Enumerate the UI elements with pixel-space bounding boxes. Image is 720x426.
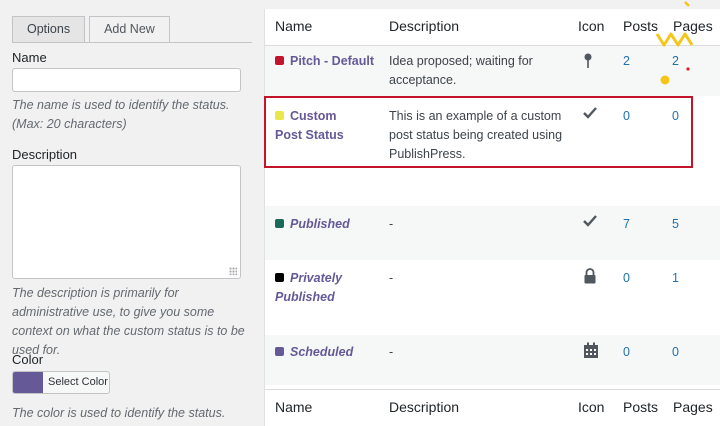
decorative-doodle-icon — [655, 1, 694, 85]
checkmark-icon — [583, 106, 599, 122]
footer-pages: Pages — [673, 399, 713, 415]
status-name-link[interactable]: Published — [275, 215, 375, 234]
form-tabs: Options Add New — [12, 16, 174, 43]
pages-count-link[interactable]: 0 — [672, 343, 679, 362]
name-label: Name — [12, 50, 47, 65]
status-description: Idea proposed; waiting for acceptance. — [389, 54, 533, 87]
status-color-dot — [275, 347, 284, 356]
status-name-link[interactable]: Scheduled — [275, 343, 375, 362]
pages-count-link[interactable]: 1 — [672, 269, 679, 288]
status-color-dot — [275, 273, 284, 282]
posts-count-link[interactable]: 0 — [623, 107, 630, 126]
posts-count-link[interactable]: 0 — [623, 269, 630, 288]
header-icon: Icon — [578, 18, 605, 34]
table-row: Published - 7 5 — [265, 206, 720, 260]
status-description: This is an example of a custom post stat… — [389, 109, 563, 161]
name-help-text: The name is used to identify the status.… — [12, 98, 230, 131]
status-name-link[interactable]: Custom Post Status — [275, 107, 365, 145]
color-swatch — [13, 372, 43, 393]
status-description: - — [389, 345, 394, 359]
status-name-link[interactable]: Pitch - Default — [275, 52, 385, 71]
posts-count-link[interactable]: 0 — [623, 343, 630, 362]
lock-icon — [583, 268, 599, 284]
header-description: Description — [389, 18, 460, 34]
footer-posts: Posts — [623, 399, 659, 415]
tab-options[interactable]: Options — [12, 16, 86, 43]
select-color-label: Select Color — [48, 376, 108, 388]
table-header: Name Description Icon Posts Pages — [265, 9, 720, 45]
pin-icon — [583, 53, 599, 69]
color-help-text: The color is used to identify the status… — [12, 406, 226, 420]
tab-divider — [12, 42, 252, 43]
calendar-icon — [583, 342, 599, 358]
color-label: Color — [12, 352, 44, 367]
table-row: Privately Published - 0 1 — [265, 260, 720, 335]
description-help-text: The description is primarily for adminis… — [12, 286, 245, 357]
table-row: Custom Post Status This is an example of… — [265, 96, 720, 206]
status-color-dot — [275, 219, 284, 228]
status-color-dot — [275, 56, 284, 65]
footer-description: Description — [389, 399, 460, 415]
table-footer: Name Description Icon Posts Pages — [265, 390, 720, 426]
checkmark-icon — [583, 214, 599, 230]
status-table: Name Description Icon Posts Pages Pitch … — [264, 9, 720, 426]
resize-handle-icon[interactable] — [229, 267, 237, 275]
status-color-dot — [275, 111, 284, 120]
pages-count-link[interactable]: 0 — [672, 107, 679, 126]
table-row: Scheduled - 0 0 — [265, 335, 720, 385]
name-input[interactable] — [12, 68, 241, 92]
footer-name[interactable]: Name — [275, 398, 312, 417]
pages-count-link[interactable]: 5 — [672, 215, 679, 234]
tab-add-new[interactable]: Add New — [89, 16, 170, 43]
description-textarea[interactable] — [12, 165, 241, 279]
status-description: - — [389, 217, 394, 231]
posts-count-link[interactable]: 7 — [623, 215, 630, 234]
select-color-button[interactable]: Select Color — [12, 371, 110, 394]
status-name-link[interactable]: Privately Published — [275, 269, 355, 307]
footer-icon: Icon — [578, 399, 605, 415]
description-label: Description — [12, 147, 78, 162]
header-posts: Posts — [623, 18, 659, 34]
header-name[interactable]: Name — [275, 17, 312, 36]
table-row: Pitch - Default Idea proposed; waiting f… — [265, 46, 720, 96]
posts-count-link[interactable]: 2 — [623, 52, 630, 71]
add-status-form: Options Add New Name The name is used to… — [0, 0, 252, 426]
status-description: - — [389, 271, 394, 285]
